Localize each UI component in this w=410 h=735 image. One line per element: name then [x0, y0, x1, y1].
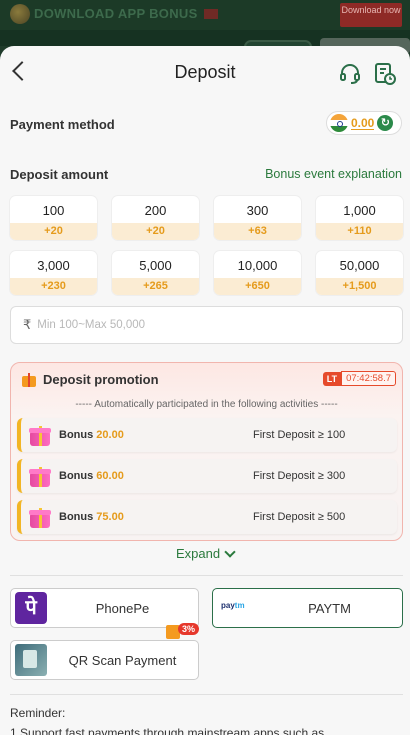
- paytm-logo-icon: paytm: [221, 601, 257, 615]
- promotion-subtitle: ----- Automatically participated in the …: [75, 399, 338, 410]
- payment-option-paytm[interactable]: paytm PAYTM: [212, 588, 403, 628]
- promotion-condition: First Deposit ≥ 300: [253, 470, 346, 482]
- amount-option[interactable]: 100 +20: [10, 196, 97, 240]
- bonus-event-explanation-link[interactable]: Bonus event explanation: [265, 167, 402, 181]
- amount-option[interactable]: 1,000 +110: [316, 196, 403, 240]
- payment-option-phonepe[interactable]: पे PhonePe: [10, 588, 199, 628]
- download-now-button[interactable]: Download now: [340, 3, 402, 27]
- amount-bonus: +20: [112, 223, 199, 240]
- amount-option[interactable]: 50,000 +1,500: [316, 251, 403, 295]
- promotion-timer: LT 07:42:58.7: [322, 371, 396, 386]
- amount-value: 100: [42, 203, 65, 218]
- payment-option-label: PAYTM: [308, 600, 351, 616]
- bonus-amount: 75.00: [96, 511, 124, 523]
- deposit-sheet: Deposit Payment method 0.00 ↻ Deposit am…: [0, 46, 410, 735]
- reminder-line: 1.Support fast payments through mainstre…: [10, 726, 325, 735]
- bonus-label: Bonus: [59, 429, 94, 441]
- promotion-bonus: Bonus 20.00: [59, 429, 253, 441]
- amount-bonus: +230: [10, 278, 97, 295]
- amount-option[interactable]: 3,000 +230: [10, 251, 97, 295]
- deposit-amount-label: Deposit amount: [10, 167, 109, 182]
- download-banner-label: DOWNLOAD APP BONUS: [34, 6, 198, 21]
- divider: [10, 575, 403, 576]
- promotion-row: Bonus 75.00 First Deposit ≥ 500: [17, 500, 397, 534]
- promotion-header: Deposit promotion: [21, 371, 159, 387]
- promotion-row: Bonus 60.00 First Deposit ≥ 300: [17, 459, 397, 493]
- qr-promo-percent: 3%: [178, 623, 200, 635]
- amount-input[interactable]: [37, 319, 338, 331]
- payment-method-label: Payment method: [10, 117, 115, 132]
- deposit-history-icon[interactable]: [374, 62, 396, 86]
- chevron-down-icon: [224, 545, 236, 558]
- paytm-logo-main: pay: [221, 601, 235, 610]
- gift-icon: [203, 8, 218, 19]
- amount-input-field[interactable]: ₹: [10, 306, 403, 344]
- amount-value: 5,000: [139, 258, 172, 273]
- amount-value: 200: [144, 203, 167, 218]
- gift-icon: [21, 371, 37, 387]
- india-flag-icon: [330, 114, 348, 132]
- balance-pill: 0.00 ↻: [326, 111, 402, 135]
- deposit-promotion-card: Deposit promotion LT 07:42:58.7 ----- Au…: [10, 362, 403, 541]
- bonus-label: Bonus: [59, 511, 94, 523]
- promotion-title: Deposit promotion: [43, 371, 159, 387]
- divider: [10, 694, 403, 695]
- bonus-label: Bonus: [59, 470, 94, 482]
- amount-value: 50,000: [339, 258, 380, 273]
- amount-option[interactable]: 300 +63: [214, 196, 301, 240]
- header: Deposit: [0, 46, 410, 102]
- gift-box-icon: [29, 506, 51, 528]
- gift-box-icon: [29, 465, 51, 487]
- promotion-row: Bonus 20.00 First Deposit ≥ 100: [17, 418, 397, 452]
- amount-bonus: +265: [112, 278, 199, 295]
- bonus-amount: 60.00: [96, 470, 124, 482]
- bonus-amount: 20.00: [96, 429, 124, 441]
- countdown-timer: 07:42:58.7: [341, 371, 396, 386]
- limited-time-badge: LT: [322, 371, 342, 386]
- phonepe-logo-icon: पे: [15, 592, 47, 624]
- expand-label: Expand: [175, 546, 221, 561]
- balance-value: 0.00: [351, 115, 375, 130]
- rupee-icon: ₹: [23, 317, 32, 332]
- amount-value: 3,000: [37, 258, 70, 273]
- promotion-condition: First Deposit ≥ 100: [253, 429, 346, 441]
- promotion-bonus: Bonus 60.00: [59, 470, 253, 482]
- amount-option[interactable]: 200 +20: [112, 196, 199, 240]
- amount-bonus: +20: [10, 223, 97, 240]
- amount-bonus: +1,500: [316, 278, 403, 295]
- amount-bonus: +110: [316, 223, 403, 240]
- amount-option[interactable]: 10,000 +650: [214, 251, 301, 295]
- amount-option[interactable]: 5,000 +265: [112, 251, 199, 295]
- reminder-title: Reminder:: [10, 706, 66, 720]
- payment-option-qr[interactable]: QR Scan Payment: [10, 640, 199, 680]
- amount-value: 10,000: [237, 258, 278, 273]
- amount-grid: 100 +20 200 +20 300 +63 1,000 +110 3,000 +230…: [10, 196, 403, 295]
- customer-support-icon[interactable]: [338, 62, 362, 86]
- qr-promo-badge: 3%: [166, 623, 204, 641]
- promotion-bonus: Bonus 75.00: [59, 511, 253, 523]
- download-banner: DOWNLOAD APP BONUS Download now: [0, 0, 410, 54]
- amount-bonus: +650: [214, 278, 301, 295]
- expand-button[interactable]: Expand: [0, 545, 410, 561]
- coin-icon: [10, 4, 30, 24]
- amount-bonus: +63: [214, 223, 301, 240]
- payment-option-label: PhonePe: [95, 600, 150, 616]
- qr-scan-icon: [15, 644, 47, 676]
- refresh-icon[interactable]: ↻: [377, 115, 394, 131]
- paytm-logo-accent: tm: [234, 601, 245, 610]
- amount-value: 1,000: [343, 203, 376, 218]
- download-banner-text: DOWNLOAD APP BONUS: [34, 6, 218, 21]
- gift-box-icon: [29, 424, 51, 446]
- payment-option-label: QR Scan Payment: [68, 652, 177, 668]
- amount-value: 300: [246, 203, 269, 218]
- promotion-condition: First Deposit ≥ 500: [253, 511, 346, 523]
